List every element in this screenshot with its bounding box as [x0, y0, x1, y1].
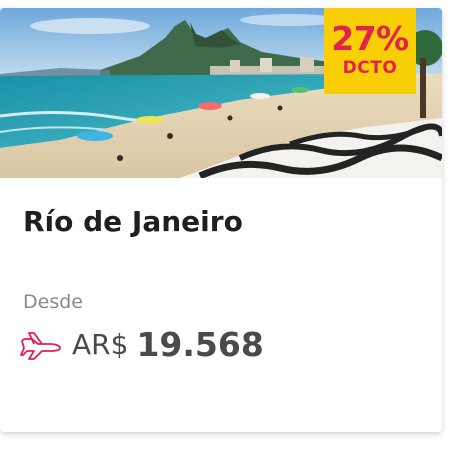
discount-label: DCTO	[342, 58, 398, 78]
airplane-icon	[20, 330, 64, 360]
destination-title[interactable]: Río de Janeiro	[23, 204, 243, 240]
destination-card[interactable]: 27% DCTO Río de Janeiro Desde AR$ 19.568	[0, 8, 442, 432]
discount-percent: 27%	[331, 19, 409, 58]
price-amount: 19.568	[136, 325, 264, 364]
discount-badge: 27% DCTO	[324, 8, 416, 94]
price-row: AR$ 19.568	[20, 322, 264, 368]
destination-photo: 27% DCTO	[0, 8, 442, 178]
price-currency: AR$	[72, 328, 129, 361]
price-from-label: Desde	[23, 291, 83, 313]
